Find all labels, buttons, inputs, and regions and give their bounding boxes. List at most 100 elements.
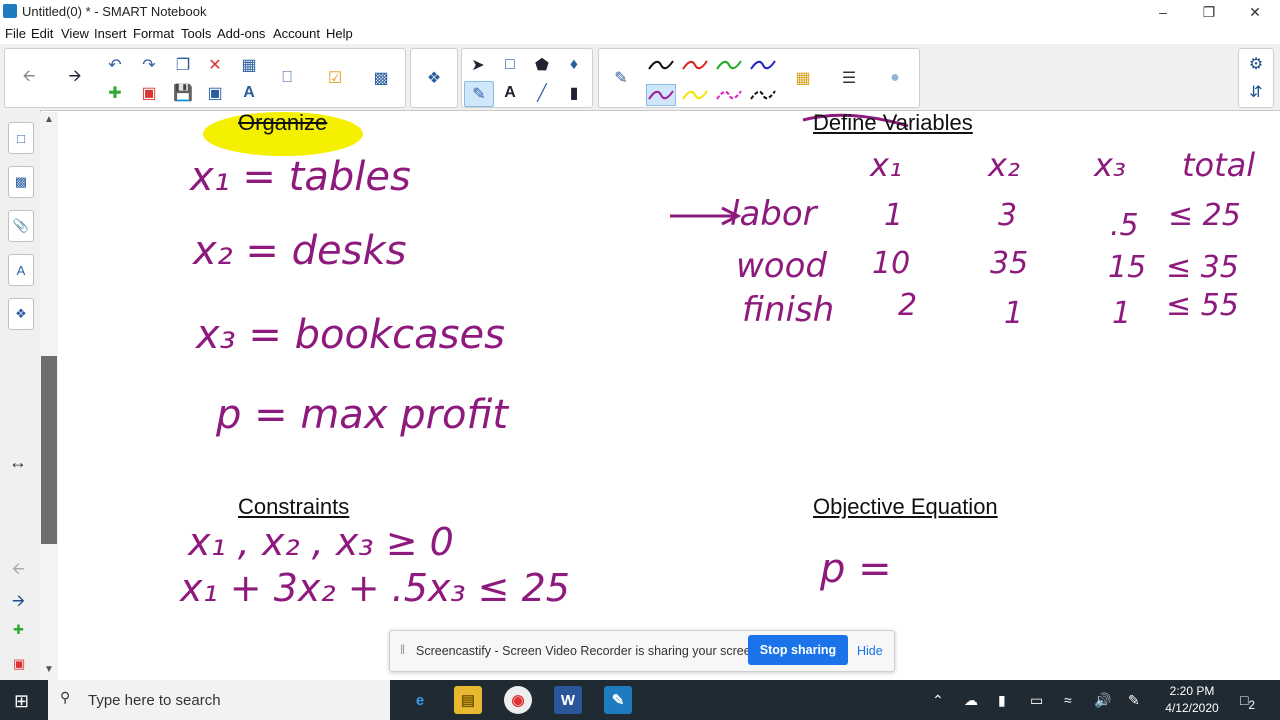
- attachments-icon[interactable]: 📎: [8, 210, 34, 242]
- paint-bucket-icon[interactable]: ♦: [560, 53, 588, 77]
- row-finish-x3: 1: [1112, 296, 1132, 331]
- menu-tools[interactable]: Tools: [181, 26, 211, 41]
- system-clock[interactable]: 2:20 PM 4/12/2020: [1160, 683, 1224, 717]
- toolbar-group-addons: ❖: [410, 48, 458, 108]
- word-icon[interactable]: W: [554, 686, 582, 714]
- scroll-up-icon[interactable]: ▲: [44, 114, 54, 125]
- chrome-icon[interactable]: ◉: [504, 686, 532, 714]
- pen-purple-icon[interactable]: [646, 84, 676, 106]
- pen-workspace-icon[interactable]: ✎: [1128, 692, 1140, 709]
- pen-green-icon[interactable]: [715, 55, 743, 75]
- fill-effects-icon[interactable]: ●: [881, 66, 909, 90]
- back-arrow-icon[interactable]: 🡨: [15, 66, 43, 90]
- eraser-icon[interactable]: ▮: [560, 81, 588, 105]
- pens-icon[interactable]: ✎: [464, 81, 494, 107]
- taskbar-search[interactable]: ⚲ Type here to search: [48, 680, 390, 720]
- menu-view[interactable]: View: [61, 26, 89, 41]
- move-toolbar-icon[interactable]: ⇵: [1242, 80, 1270, 104]
- usb-icon[interactable]: ▮: [998, 692, 1006, 709]
- fill-icon[interactable]: ⬟: [528, 53, 556, 77]
- hide-button[interactable]: Hide: [857, 644, 883, 658]
- search-placeholder: Type here to search: [88, 692, 221, 709]
- redo-icon[interactable]: ↷: [135, 53, 163, 77]
- smart-notebook-icon: [3, 4, 17, 18]
- prev-page-icon[interactable]: 🡨: [12, 558, 25, 585]
- delete-icon[interactable]: ✕: [201, 53, 229, 77]
- font-format-icon[interactable]: A: [235, 81, 263, 105]
- menu-edit[interactable]: Edit: [31, 26, 53, 41]
- pen-magenta-dashed-icon[interactable]: [715, 85, 743, 105]
- menu-add-ons[interactable]: Add-ons: [217, 26, 265, 41]
- onedrive-icon[interactable]: ☁: [964, 692, 978, 709]
- col-x1: x₁: [870, 146, 902, 184]
- stop-sharing-button[interactable]: Stop sharing: [748, 635, 848, 665]
- toolbar-group-file: 🡨 🡪 ↶ ↷ ❐ ✕ ▦ ✚ ▣ 💾 ▣ A ⎕ ☑ ▩: [4, 48, 406, 108]
- whiteboard-canvas[interactable]: Organize Define Variables x₁ = tables x₂…: [58, 110, 1280, 680]
- pen-black-dashed-icon[interactable]: [749, 85, 777, 105]
- response-icon[interactable]: ☑: [321, 66, 349, 90]
- table-icon[interactable]: ▦: [235, 53, 263, 77]
- select-arrow-icon[interactable]: ➤: [464, 53, 492, 77]
- sharing-message: Screencastify - Screen Video Recorder is…: [416, 644, 762, 658]
- save-icon[interactable]: 💾: [169, 81, 197, 105]
- pen-black-icon[interactable]: [647, 55, 675, 75]
- line-style-icon[interactable]: ☰: [835, 66, 863, 90]
- file-explorer-icon[interactable]: ▤: [454, 686, 482, 714]
- scroll-down-icon[interactable]: ▼: [44, 664, 54, 675]
- undo-icon[interactable]: ↶: [101, 53, 129, 77]
- menu-file[interactable]: File: [5, 26, 26, 41]
- menu-help[interactable]: Help: [326, 26, 353, 41]
- pen-red-icon[interactable]: [681, 55, 709, 75]
- page-sorter-icon[interactable]: □: [8, 122, 34, 154]
- row-wood-total: ≤ 35: [1166, 250, 1239, 285]
- tray-chevron-icon[interactable]: ⌃: [932, 692, 944, 709]
- windows-taskbar: ⊞ ⚲ Type here to search e ▤ ◉ W ✎ ⌃ ☁ ▮ …: [0, 680, 1280, 720]
- resize-arrows-icon[interactable]: ↔: [9, 452, 27, 473]
- minimize-button[interactable]: –: [1140, 0, 1186, 24]
- pen-blue-icon[interactable]: [749, 55, 777, 75]
- window-title: Untitled(0) * - SMART Notebook: [22, 4, 207, 19]
- var-x1: x₁ = tables: [190, 154, 411, 200]
- smart-notebook-taskbar-icon[interactable]: ✎: [604, 686, 632, 714]
- scroll-thumb[interactable]: [41, 356, 57, 544]
- notification-icon[interactable]: □2: [1240, 692, 1255, 712]
- pen-type-icon[interactable]: ✎: [607, 66, 635, 90]
- puzzle-icon[interactable]: ❖: [420, 66, 448, 90]
- close-button[interactable]: ✕: [1232, 0, 1278, 24]
- col-total: total: [1182, 146, 1256, 184]
- properties-icon[interactable]: A: [8, 254, 34, 286]
- volume-icon[interactable]: 🔊: [1094, 692, 1111, 709]
- wifi-icon[interactable]: ≈: [1064, 692, 1072, 708]
- gallery-icon[interactable]: ▩: [8, 166, 34, 198]
- edge-icon[interactable]: e: [406, 686, 434, 714]
- add-page-icon[interactable]: ✚: [101, 81, 129, 105]
- row-labor-label: labor: [730, 194, 817, 234]
- maximize-button[interactable]: ❐: [1186, 0, 1232, 24]
- shapes-icon[interactable]: □: [496, 53, 524, 77]
- line-icon[interactable]: ╱: [528, 81, 556, 105]
- delete-page-icon[interactable]: ▣: [135, 81, 163, 105]
- text-icon[interactable]: A: [496, 81, 524, 105]
- color-palette-icon[interactable]: ▦: [789, 66, 817, 90]
- pen-yellow-icon[interactable]: [681, 85, 709, 105]
- gear-icon[interactable]: ⚙: [1242, 52, 1270, 76]
- addons-icon[interactable]: ❖: [8, 298, 34, 330]
- delete-page-side-icon[interactable]: ▣: [13, 656, 25, 672]
- row-wood-x1: 10: [872, 246, 911, 281]
- forward-arrow-icon[interactable]: 🡪: [61, 66, 89, 90]
- windows-start-icon[interactable]: ⊞: [14, 691, 29, 712]
- display-icon[interactable]: ⎕: [273, 66, 301, 90]
- clock-date: 4/12/2020: [1165, 701, 1219, 715]
- drag-handle-icon[interactable]: ‖: [400, 643, 405, 657]
- add-page-side-icon[interactable]: ✚: [13, 622, 24, 638]
- menu-account[interactable]: Account: [273, 26, 320, 41]
- screen-shade-icon[interactable]: ▣: [201, 81, 229, 105]
- row-labor-total: ≤ 25: [1168, 198, 1241, 233]
- vertical-scrollbar[interactable]: ▲ ▼: [40, 112, 58, 680]
- next-page-icon[interactable]: 🡪: [12, 590, 25, 617]
- menu-insert[interactable]: Insert: [94, 26, 127, 41]
- paste-icon[interactable]: ❐: [169, 53, 197, 77]
- battery-icon[interactable]: ▭: [1030, 692, 1043, 709]
- menu-format[interactable]: Format: [133, 26, 174, 41]
- activity-builder-icon[interactable]: ▩: [367, 66, 395, 90]
